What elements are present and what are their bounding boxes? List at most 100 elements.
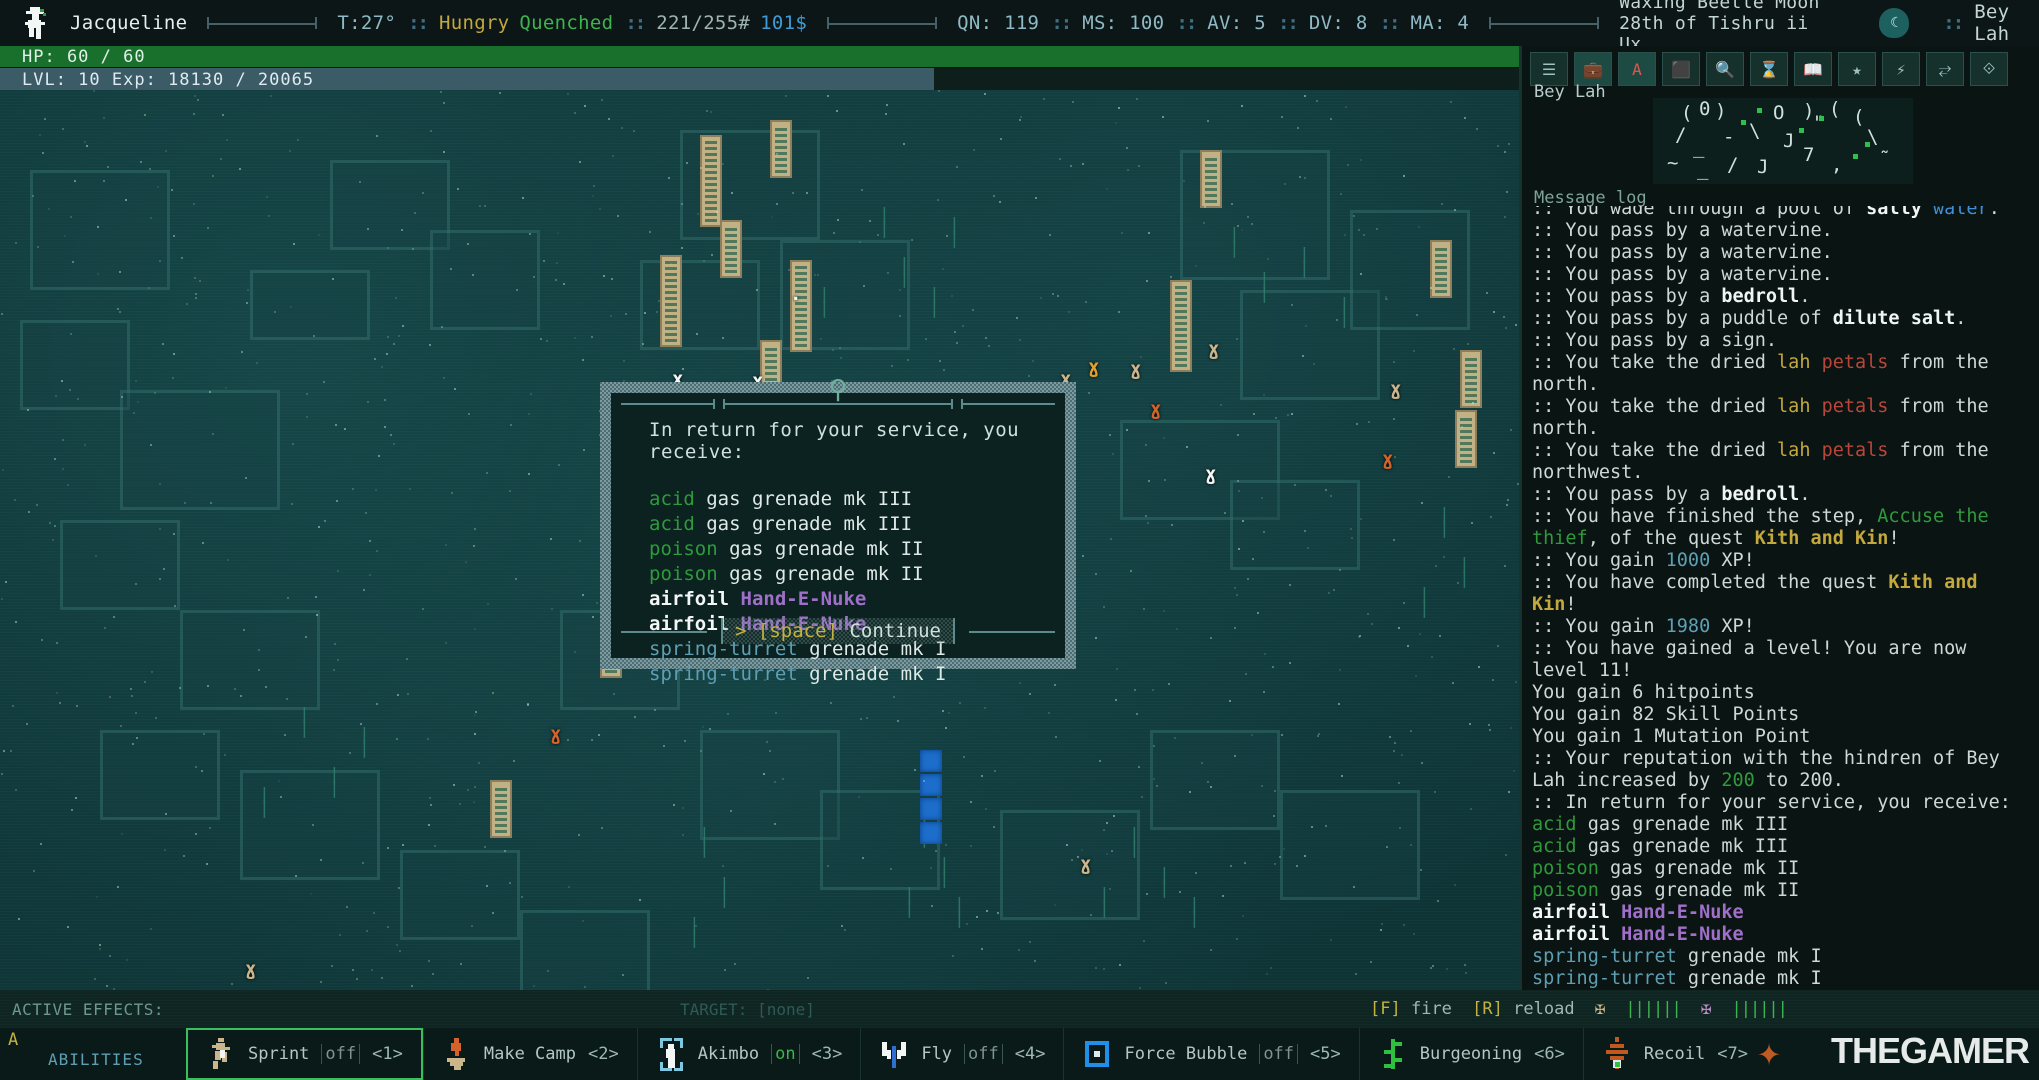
terrain-speck	[945, 234, 948, 237]
ability-slot-sprint[interactable]: Sprint off <1>	[186, 1028, 423, 1080]
ability-slot-force-bubble[interactable]: Force Bubble off <5>	[1063, 1028, 1358, 1080]
terrain-speck	[1360, 158, 1363, 161]
mutations-icon[interactable]: ⥂	[1926, 52, 1964, 86]
terrain-speck	[1094, 572, 1097, 575]
creature-glyph: ·	[790, 288, 802, 310]
inventory-icon[interactable]: 💼	[1574, 52, 1612, 86]
log-segment: .	[1799, 484, 1811, 505]
terrain-speck	[1065, 843, 1068, 846]
ability-slot-recoil[interactable]: Recoil <7>	[1582, 1028, 1766, 1080]
terrain-speck	[36, 246, 39, 249]
log-segment: water	[1932, 206, 1989, 219]
terrain-speck	[1510, 429, 1513, 432]
menu-icon[interactable]: ☰	[1530, 52, 1568, 86]
terrain-speck	[1371, 623, 1374, 626]
reload-label: reload	[1513, 999, 1575, 1019]
watervine-glyph: ⎮⎮	[950, 217, 960, 248]
terrain-speck	[869, 220, 872, 223]
ability-slot-make-camp[interactable]: Make Camp <2>	[422, 1028, 637, 1080]
terrain-speck	[1508, 791, 1511, 794]
terrain-speck	[1234, 587, 1237, 590]
terrain-speck	[1040, 296, 1043, 299]
terrain-speck	[491, 911, 494, 914]
journal-icon[interactable]: 📖	[1794, 52, 1832, 86]
abilities-icon[interactable]: ⚡	[1882, 52, 1920, 86]
terrain-speck	[384, 398, 387, 401]
terrain-speck	[1489, 728, 1491, 731]
terrain-speck	[1032, 359, 1035, 362]
abilities-home[interactable]: A ABILITIES	[0, 1028, 186, 1080]
ruin-block	[520, 910, 650, 990]
skills-icon[interactable]: ★	[1838, 52, 1876, 86]
reward-dialog[interactable]: ⚲ In return for your service, you receiv…	[600, 377, 1076, 685]
terrain-speck	[1233, 626, 1236, 629]
terrain-speck	[1246, 577, 1249, 580]
terrain-speck	[32, 870, 35, 873]
terrain-speck	[999, 138, 1002, 141]
terrain-speck	[1393, 749, 1396, 752]
terrain-speck	[860, 189, 863, 192]
terrain-speck	[1433, 790, 1436, 793]
terrain-speck	[133, 411, 136, 414]
terrain-speck	[1339, 669, 1342, 672]
terrain-speck	[986, 910, 989, 913]
minimap-glyph: J	[1757, 156, 1769, 178]
terrain-speck	[473, 528, 476, 531]
watervine-glyph: ⎮⎮	[720, 877, 730, 908]
log-line: :: You pass by a watervine.	[1532, 242, 2033, 264]
terrain-speck	[60, 379, 63, 382]
abilities-label: ABILITIES	[48, 1050, 144, 1069]
map-viewport[interactable]: ⎮ ⎮ ⎮ ⎮ ⎮ ⎮ ⎮ ⎮ ⎮ ⎮ ⎮ ⎮ ⎮ ⎮ ⎮ ⎮ ⎮ ⎮ ⎮ ⎮ ⎮ ⎮ ⎮ ⎮ ⎮ ⎮ ⎮ ⎮ ⎮ ⎮ ⎮ ⎮ ⎮ ⎮ ⎮ ⎮ ⎮ ⎮ ⎮ ⎮…	[0, 90, 1519, 990]
log-segment: airfoil	[1532, 902, 1610, 923]
terrain-speck	[1280, 734, 1283, 737]
terrain-speck	[695, 925, 698, 928]
message-log[interactable]: :: You wade through a pool of salty wate…	[1532, 206, 2033, 990]
ability-slot-akimbo[interactable]: Akimbo on <3>	[636, 1028, 861, 1080]
terrain-speck	[53, 525, 56, 528]
ability-slot-fly[interactable]: Fly off <4>	[860, 1028, 1063, 1080]
log-segment: Hand-E-Nuke	[1609, 902, 1744, 923]
terrain-speck	[1028, 692, 1031, 695]
look-icon[interactable]: 🔍	[1706, 52, 1744, 86]
terrain-speck	[323, 519, 326, 522]
terrain-speck	[591, 738, 594, 741]
terrain-speck	[1355, 972, 1358, 975]
watervine-glyph: ⎮⎮	[1300, 247, 1310, 278]
terrain-speck	[776, 152, 779, 155]
footer-rule-right	[969, 631, 1055, 633]
terrain-speck	[75, 797, 78, 800]
minimap[interactable]: () 0 O)(/ _ - \ J " ~ _ / J 7,(\ ˜	[1653, 98, 1913, 184]
ability-label: Recoil	[1643, 1044, 1706, 1064]
terrain-speck	[504, 849, 507, 852]
terrain-speck	[479, 205, 482, 208]
terrain-speck	[1240, 229, 1243, 232]
terrain-speck	[726, 712, 729, 715]
reputation-icon[interactable]: ⟐	[1970, 52, 2008, 86]
terrain-speck	[1067, 310, 1070, 313]
terrain-speck	[125, 958, 128, 961]
continue-button[interactable]: > [space] Continue	[721, 618, 955, 644]
character-sheet-icon[interactable]: A	[1618, 52, 1656, 86]
reward-item-prefix: airfoil	[649, 588, 730, 610]
terrain-speck	[1471, 402, 1474, 405]
terrain-speck	[453, 388, 456, 391]
log-segment: !	[1565, 594, 1577, 615]
terrain-speck	[1145, 893, 1148, 896]
log-line: :: You have finished the step, Accuse th…	[1532, 506, 2033, 550]
target-label: TARGET: [none]	[680, 999, 815, 1019]
terrain-speck	[813, 274, 816, 277]
terrain-speck	[1336, 318, 1339, 321]
log-segment: :: You pass by a watervine.	[1532, 264, 1833, 285]
terrain-speck	[532, 275, 535, 278]
continue-label: Continue	[849, 620, 941, 642]
terrain-speck	[583, 104, 586, 107]
terrain-speck	[1236, 593, 1239, 596]
terrain-speck	[953, 331, 956, 334]
terrain-speck	[380, 977, 383, 980]
terrain-speck	[1315, 100, 1318, 102]
wait-icon[interactable]: ⌛	[1750, 52, 1788, 86]
terrain-speck	[1504, 215, 1507, 218]
ability-slot-burgeoning[interactable]: Burgeoning <6>	[1358, 1028, 1583, 1080]
creature-glyph: ɣ	[1208, 338, 1220, 360]
cybernetics-icon[interactable]: ⬛	[1662, 52, 1700, 86]
